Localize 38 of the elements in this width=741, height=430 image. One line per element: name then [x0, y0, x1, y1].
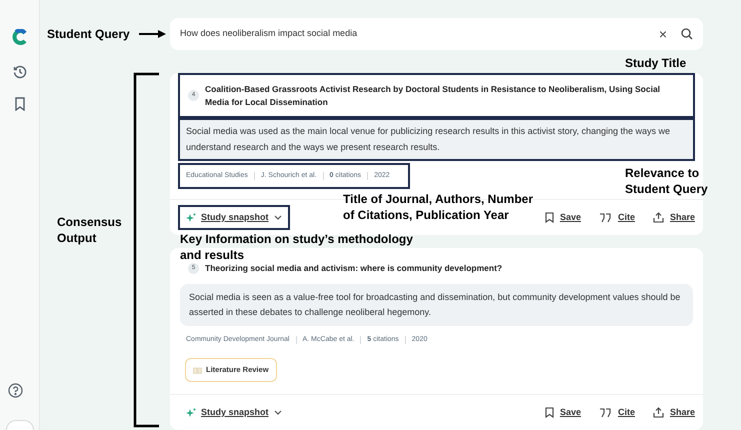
action-button[interactable]: Share — [652, 406, 695, 420]
chevron-down-icon — [274, 410, 282, 415]
share-icon — [652, 407, 664, 418]
logo-icon[interactable] — [12, 29, 28, 45]
chevron-down-icon — [274, 215, 282, 220]
clear-icon[interactable]: × — [658, 24, 667, 44]
action-button[interactable]: Share — [652, 210, 695, 224]
study-snapshot-button[interactable]: Study snapshot — [178, 400, 290, 425]
search-field[interactable]: How does neoliberalism impact social media × — [170, 18, 703, 50]
annotation-label: Relevance to Student Query — [625, 166, 709, 198]
action-button[interactable]: Cite — [598, 406, 635, 420]
study-summary: Social media is seen as a value-free tool for broadcasting and dissemination, but community development values should be asserted in these debates to challenge neoliberal hegemony. — [189, 290, 682, 319]
quote-icon — [598, 212, 612, 222]
help-icon[interactable] — [8, 383, 23, 398]
study-title[interactable]: Coalition-Based Grassroots Activist Research by Doctoral Students in Resistance to Neoliberalism, Using Social Media for Local Dissemination — [205, 82, 685, 108]
action-button[interactable]: Cite — [598, 210, 635, 224]
annotation-label: Title of Journal, Authors, Number of Citations, Publication Year — [343, 192, 534, 224]
bookmark-icon — [544, 212, 554, 223]
bookmark-icon[interactable] — [14, 97, 26, 111]
bookmark-icon — [544, 407, 554, 418]
annotation-label: Consensus Output — [57, 215, 123, 246]
sparkle-icon — [186, 408, 196, 417]
annotation-label: Key Information on study’s methodology and results — [180, 232, 414, 264]
search-icon[interactable] — [681, 28, 693, 40]
study-snapshot-button[interactable]: Study snapshot — [178, 205, 290, 230]
annotation-label: Study Title — [625, 56, 688, 72]
book-icon — [193, 366, 202, 374]
history-icon[interactable] — [12, 65, 26, 79]
quote-icon — [598, 408, 612, 418]
annotation-arrow — [139, 29, 167, 39]
action-button[interactable]: Save — [544, 210, 581, 224]
study-summary: Social media was used as the main local venue for publicizing research results in this activist story, changing the ways we understand research and the ways we present research results. — [186, 125, 672, 154]
study-title[interactable]: Theorizing social media and activism: where is community development? — [205, 262, 502, 274]
action-button[interactable]: Save — [544, 406, 581, 420]
sparkle-icon — [186, 213, 196, 222]
search-query: How does neoliberalism impact social media — [180, 27, 358, 40]
annotation-label: Student Query — [47, 27, 131, 43]
share-icon — [652, 212, 664, 223]
